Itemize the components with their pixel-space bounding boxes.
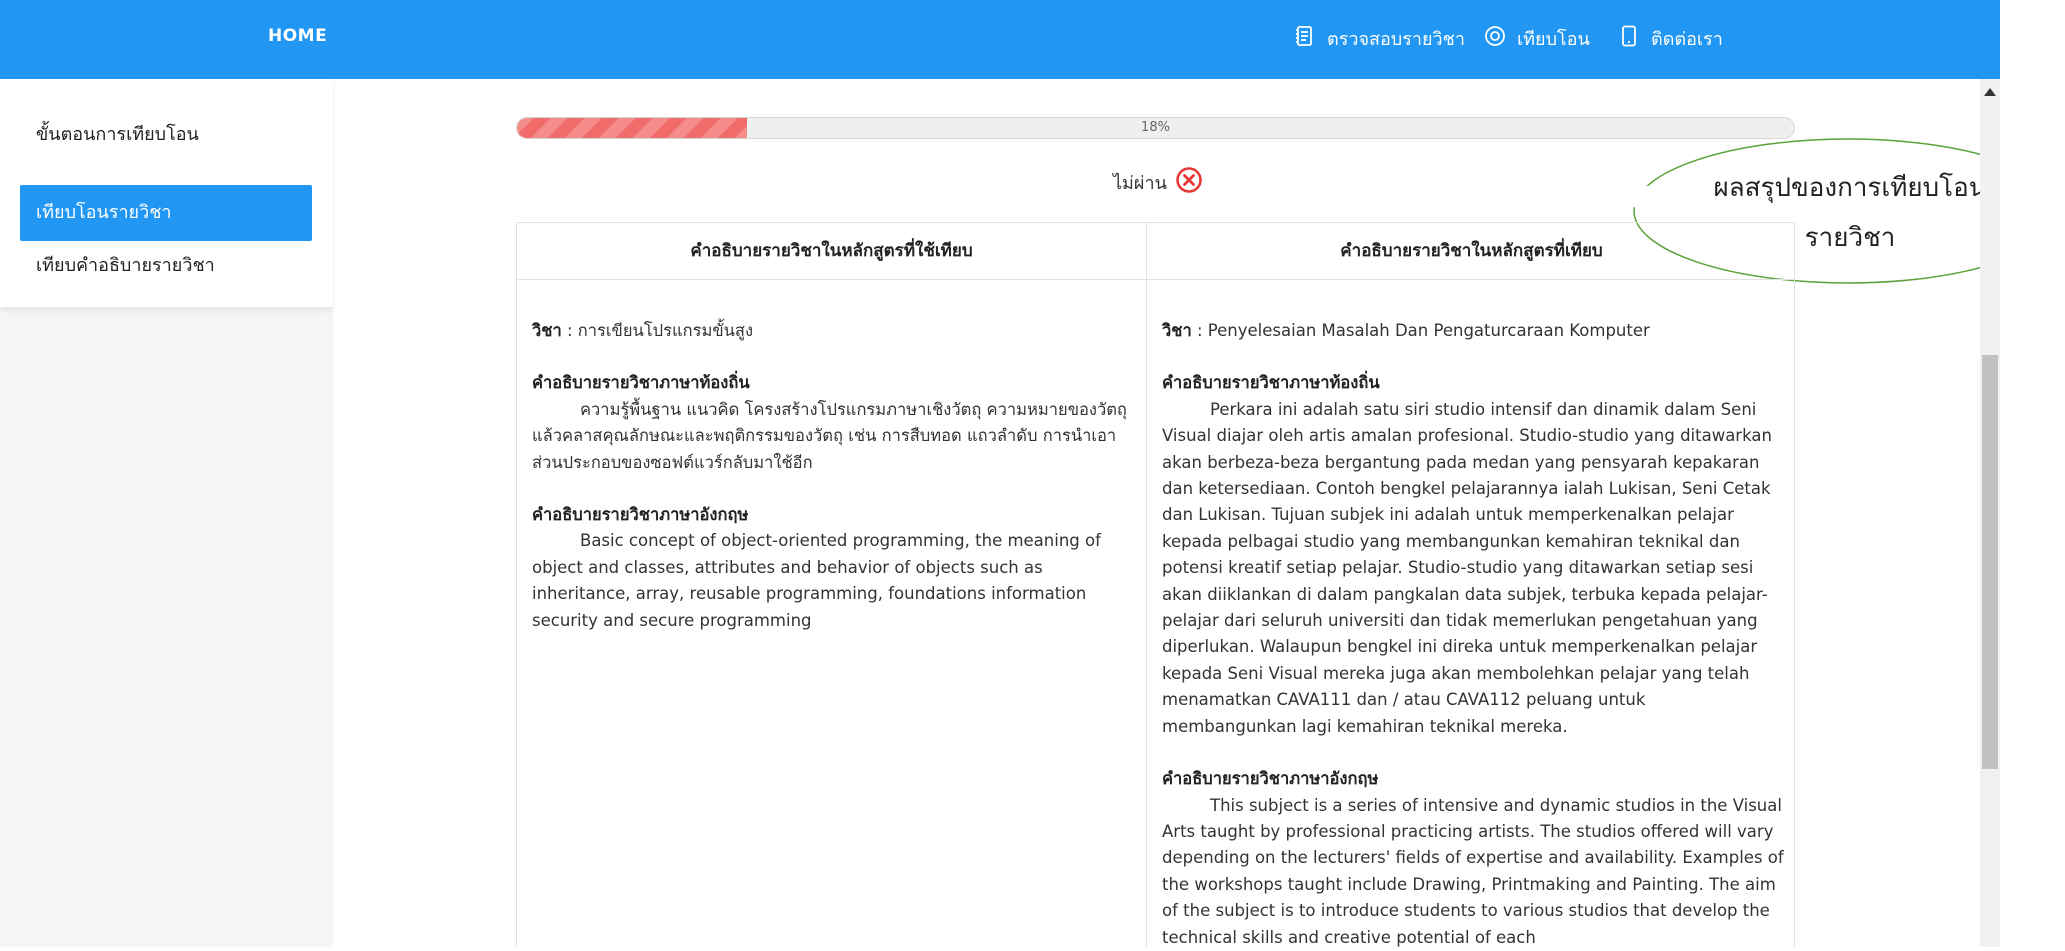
comparison-table: คำอธิบายรายวิชาในหลักสูตรที่ใช้เทียบ คำอ… [516, 222, 1795, 947]
local-desc-heading: คำอธิบายรายวิชาภาษาท้องถิ่น [532, 373, 750, 393]
sidebar: ขั้นตอนการเทียบโอน เทียบโอนรายวิชา เทียบ… [0, 79, 333, 307]
local-desc-text: ความรู้พื้นฐาน แนวคิด โครงสร้างโปรแกรมภา… [532, 399, 1127, 472]
phone-icon [1617, 24, 1641, 53]
sidebar-item-transfer-course[interactable]: เทียบโอนรายวิชา [20, 185, 312, 241]
scroll-up-arrow-icon[interactable] [1980, 82, 2000, 102]
sidebar-item-compare-descriptions[interactable]: เทียบคำอธิบายรายวิชา [20, 238, 312, 294]
sidebar-item-transfer-steps[interactable]: ขั้นตอนการเทียบโอน [20, 107, 312, 163]
english-desc-text: This subject is a series of intensive an… [1162, 795, 1784, 947]
result-status: ไม่ผ่าน [1113, 166, 1203, 199]
column-header-left: คำอธิบายรายวิชาในหลักสูตรที่ใช้เทียบ [690, 241, 973, 261]
home-link[interactable]: HOME [268, 26, 327, 46]
english-desc-heading: คำอธิบายรายวิชาภาษาอังกฤษ [532, 505, 749, 525]
nav-item-transfer[interactable]: เทียบโอน [1483, 24, 1590, 53]
column-header-right: คำอธิบายรายวิชาในหลักสูตรที่เทียบ [1340, 241, 1603, 261]
header-divider [517, 279, 1794, 280]
result-label: ไม่ผ่าน [1113, 173, 1167, 194]
target-icon [1483, 24, 1507, 53]
nav-label: ตรวจสอบรายวิชา [1327, 29, 1465, 50]
fail-x-icon [1175, 166, 1203, 199]
local-desc-heading: คำอธิบายรายวิชาภาษาท้องถิ่น [1162, 373, 1380, 393]
nav-item-contact[interactable]: ติดต่อเรา [1617, 24, 1723, 53]
document-icon [1293, 24, 1317, 53]
nav-label: เทียบโอน [1517, 29, 1590, 50]
page-gutter [2000, 0, 2065, 947]
nav-label: ติดต่อเรา [1651, 29, 1723, 50]
column-divider [1146, 223, 1147, 947]
top-navbar: HOME ตรวจสอบรายวิชา เทียบโอน ติดต่อเรา [0, 0, 2000, 79]
english-desc-text: Basic concept of object-oriented program… [532, 531, 1101, 630]
left-course-cell: วิชา : การเขียนโปรแกรมขั้นสูง คำอธิบายรา… [532, 318, 1132, 634]
course-name: : Penyelesaian Masalah Dan Pengaturcaraa… [1196, 321, 1650, 340]
course-label: วิชา [532, 321, 562, 340]
course-label: วิชา [1162, 321, 1192, 340]
right-course-cell: วิชา : Penyelesaian Masalah Dan Pengatur… [1162, 318, 1784, 951]
scrollbar-thumb[interactable] [1982, 355, 1998, 769]
course-name: : การเขียนโปรแกรมขั้นสูง [566, 321, 754, 340]
english-desc-heading: คำอธิบายรายวิชาภาษาอังกฤษ [1162, 769, 1379, 789]
local-desc-text: Perkara ini adalah satu siri studio inte… [1162, 399, 1772, 736]
nav-item-check-courses[interactable]: ตรวจสอบรายวิชา [1293, 24, 1465, 53]
